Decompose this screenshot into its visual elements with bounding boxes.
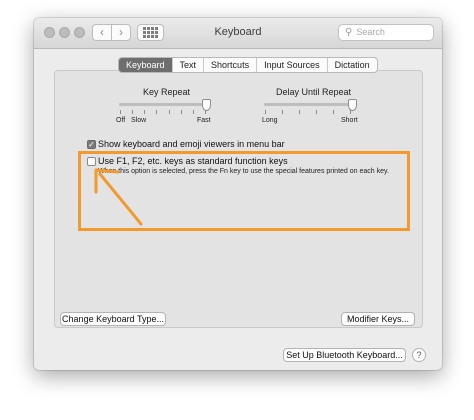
- search-icon: ⚲: [345, 27, 353, 38]
- bluetooth-keyboard-button[interactable]: Set Up Bluetooth Keyboard...: [283, 348, 406, 362]
- key-repeat-ticks: [120, 110, 206, 114]
- delay-until-repeat-label: Delay Until Repeat: [276, 87, 352, 97]
- modifier-keys-button[interactable]: Modifier Keys...: [341, 312, 415, 326]
- key-repeat-label: Key Repeat: [143, 87, 191, 97]
- tab-text[interactable]: Text: [171, 58, 204, 72]
- key-repeat-track: [119, 103, 207, 106]
- tab-input-sources[interactable]: Input Sources: [256, 58, 327, 72]
- tab-shortcuts[interactable]: Shortcuts: [203, 58, 256, 72]
- annotation-arrow-icon: [94, 168, 143, 226]
- delay-until-repeat-slider[interactable]: [348, 99, 357, 111]
- search-field[interactable]: ⚲ Search: [338, 24, 434, 41]
- change-keyboard-type-button[interactable]: Change Keyboard Type...: [60, 312, 166, 326]
- key-repeat-fast-label: Fast: [197, 117, 211, 124]
- help-button[interactable]: ?: [412, 348, 426, 362]
- search-placeholder: Search: [356, 27, 385, 37]
- tab-bar: Keyboard Text Shortcuts Input Sources Di…: [118, 57, 378, 73]
- key-repeat-off-label: Off: [116, 117, 126, 124]
- key-repeat-slow-label: Slow: [131, 117, 147, 124]
- tab-keyboard[interactable]: Keyboard: [119, 58, 172, 72]
- show-viewers-label: Show keyboard and emoji viewers in menu …: [98, 139, 285, 149]
- delay-until-repeat-track: [264, 103, 353, 106]
- delay-long-label: Long: [262, 117, 278, 124]
- key-repeat-slider[interactable]: [202, 99, 211, 111]
- title-bar: ‹ › Keyboard ⚲ Search: [34, 18, 442, 49]
- show-viewers-checkbox[interactable]: ✓: [87, 140, 96, 149]
- delay-short-label: Short: [341, 117, 358, 124]
- delay-until-repeat-ticks: [265, 110, 351, 114]
- tab-dictation[interactable]: Dictation: [326, 58, 377, 72]
